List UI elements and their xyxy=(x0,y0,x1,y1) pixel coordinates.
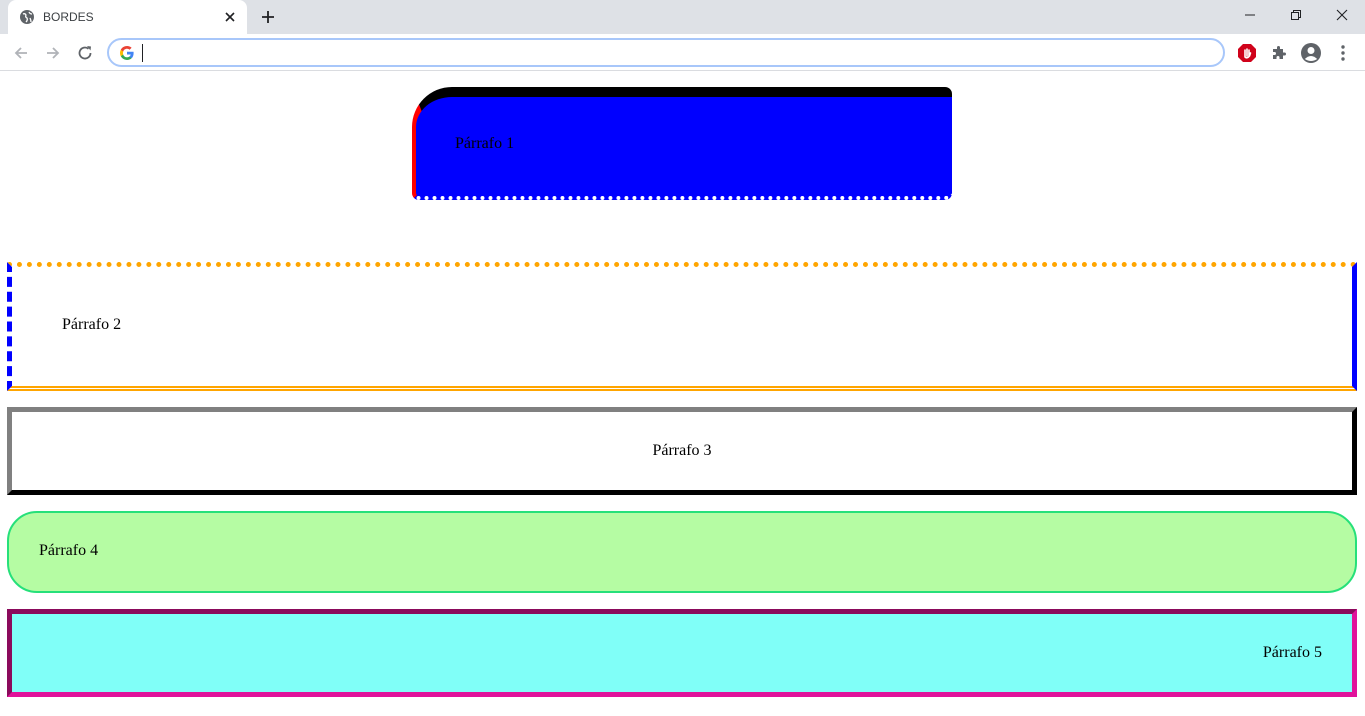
address-bar[interactable] xyxy=(107,38,1225,67)
profile-icon xyxy=(1301,43,1321,63)
reload-button[interactable] xyxy=(73,41,97,65)
kebab-menu-icon xyxy=(1341,45,1345,61)
paragraph-4-text: Párrafo 4 xyxy=(39,542,99,559)
paragraph-2-text: Párrafo 2 xyxy=(62,316,122,333)
close-icon[interactable] xyxy=(222,9,238,25)
paragraph-1-text: Párrafo 1 xyxy=(455,135,515,152)
reload-icon xyxy=(78,46,92,60)
tab-strip: BORDES xyxy=(0,0,1365,34)
paragraph-2: Párrafo 2 xyxy=(7,262,1357,391)
back-button[interactable] xyxy=(9,41,33,65)
page-content: Párrafo 1 Párrafo 2 Párrafo 3 Párrafo 4 … xyxy=(0,72,1365,716)
adblock-extension-button[interactable] xyxy=(1235,41,1259,65)
paragraph-3-text: Párrafo 3 xyxy=(652,442,712,459)
paragraph-5: Párrafo 5 xyxy=(7,609,1357,697)
adblock-hand-icon xyxy=(1238,44,1256,62)
paragraph-5-text: Párrafo 5 xyxy=(1262,644,1322,661)
minimize-icon xyxy=(1245,14,1255,16)
browser-menu-button[interactable] xyxy=(1331,41,1355,65)
extensions-button[interactable] xyxy=(1267,41,1291,65)
globe-icon xyxy=(20,10,34,24)
paragraph-1: Párrafo 1 xyxy=(412,87,952,200)
arrow-left-icon xyxy=(14,47,27,59)
plus-icon[interactable] xyxy=(259,8,277,26)
tab-bordes[interactable]: BORDES xyxy=(8,0,247,34)
profile-button[interactable] xyxy=(1299,41,1323,65)
puzzle-icon xyxy=(1273,46,1286,59)
browser-toolbar xyxy=(0,34,1365,71)
paragraph-3: Párrafo 3 xyxy=(7,407,1357,495)
tab-title: BORDES xyxy=(43,10,94,24)
restore-icon xyxy=(1291,10,1301,20)
minimize-button[interactable] xyxy=(1227,0,1273,30)
address-input[interactable] xyxy=(141,43,1201,63)
paragraph-4: Párrafo 4 xyxy=(7,511,1357,593)
arrow-right-icon xyxy=(47,47,60,59)
google-g-icon xyxy=(120,46,134,60)
restore-button[interactable] xyxy=(1273,0,1319,30)
close-icon xyxy=(1336,9,1348,21)
close-window-button[interactable] xyxy=(1319,0,1365,30)
text-caret xyxy=(142,44,143,62)
forward-button[interactable] xyxy=(41,41,65,65)
